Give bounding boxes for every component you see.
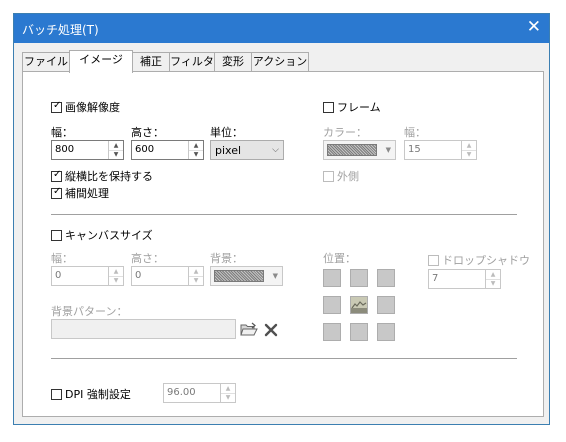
position-top-center[interactable] xyxy=(350,269,368,287)
canvas-height-value: 0 xyxy=(135,270,142,281)
tab-transform[interactable]: 変形 xyxy=(214,52,252,71)
spin-down-icon[interactable]: ▼ xyxy=(189,276,203,285)
drop-shadow-spinner[interactable]: 7 ▲ ▼ xyxy=(428,269,501,289)
spin-down-icon[interactable]: ▼ xyxy=(221,393,235,402)
frame-label: フレーム xyxy=(337,101,381,114)
unit-value: pixel xyxy=(215,144,242,157)
canvas-width-label: 幅： xyxy=(51,252,73,265)
height-spinner[interactable]: 600 ▲ ▼ xyxy=(131,140,204,160)
spin-down-icon[interactable]: ▼ xyxy=(109,276,123,285)
drop-shadow-value: 7 xyxy=(432,273,439,284)
dpi-value: 96.00 xyxy=(167,387,196,398)
width-value: 800 xyxy=(55,144,75,155)
unit-select[interactable]: pixel ⌵ xyxy=(210,140,284,160)
spin-down-icon[interactable]: ▼ xyxy=(189,150,203,159)
title-bar: バッチ処理(T) ✕ xyxy=(14,14,549,43)
position-label: 位置： xyxy=(323,252,356,265)
interpolation-checkbox[interactable]: ✓ 補間処理 xyxy=(51,185,109,201)
canvas-size-label: キャンバスサイズ xyxy=(65,229,153,242)
position-middle-right[interactable] xyxy=(377,296,395,314)
folder-open-icon[interactable] xyxy=(240,322,258,337)
position-top-right[interactable] xyxy=(377,269,395,287)
canvas-width-spinner[interactable]: 0 ▲ ▼ xyxy=(51,266,124,286)
color-swatch xyxy=(327,144,377,156)
width-spinner[interactable]: 800 ▲ ▼ xyxy=(51,140,124,160)
image-tab-panel: ✓ 画像解像度 幅： 高さ： 単位： 800 ▲ ▼ 600 ▲ ▼ pixel ⌵… xyxy=(22,71,544,417)
canvas-size-checkbox[interactable]: キャンバスサイズ xyxy=(51,227,153,243)
image-thumbnail-icon xyxy=(351,297,367,313)
resize-label: 画像解像度 xyxy=(65,101,120,114)
check-icon: ✓ xyxy=(53,168,62,180)
tab-filter[interactable]: フィルタ xyxy=(169,52,215,71)
close-icon[interactable]: ✕ xyxy=(527,17,541,37)
divider xyxy=(51,214,517,215)
batch-dialog: バッチ処理(T) ✕ ファイル イメージ 補正 フィルタ 変形 アクション ✓ … xyxy=(13,13,550,425)
tab-image[interactable]: イメージ xyxy=(69,50,133,73)
dropdown-arrow-icon: ▼ xyxy=(385,146,391,154)
color-swatch xyxy=(214,270,264,282)
drop-shadow-label: ドロップシャドウ xyxy=(442,254,530,267)
delete-x-icon[interactable] xyxy=(264,323,278,337)
divider xyxy=(51,358,517,359)
height-label: 高さ： xyxy=(131,126,164,139)
frame-color-picker[interactable]: ▼ xyxy=(323,140,396,160)
frame-width-label: 幅： xyxy=(404,126,426,139)
background-label: 背景： xyxy=(210,252,243,265)
background-pattern-label: 背景パターン： xyxy=(51,305,128,318)
canvas-height-spinner[interactable]: 0 ▲ ▼ xyxy=(131,266,204,286)
frame-color-label: カラー： xyxy=(323,126,367,139)
canvas-width-value: 0 xyxy=(55,270,62,281)
check-icon: ✓ xyxy=(53,99,62,111)
keep-aspect-label: 縦横比を保持する xyxy=(65,170,153,183)
position-center-selected[interactable] xyxy=(350,296,368,314)
frame-checkbox[interactable]: フレーム xyxy=(323,99,381,115)
resize-checkbox[interactable]: ✓ 画像解像度 xyxy=(51,99,120,115)
drop-shadow-checkbox[interactable]: ドロップシャドウ xyxy=(428,252,530,268)
tab-action[interactable]: アクション xyxy=(251,52,309,71)
window-title: バッチ処理(T) xyxy=(22,23,99,37)
dpi-spinner[interactable]: 96.00 ▲ ▼ xyxy=(163,383,236,403)
position-bottom-right[interactable] xyxy=(377,323,395,341)
position-top-left[interactable] xyxy=(323,269,341,287)
spin-down-icon[interactable]: ▼ xyxy=(462,150,476,159)
position-bottom-left[interactable] xyxy=(323,323,341,341)
width-label: 幅： xyxy=(51,126,73,139)
outside-checkbox[interactable]: 外側 xyxy=(323,168,359,184)
frame-width-spinner[interactable]: 15 ▲ ▼ xyxy=(404,140,477,160)
chevron-down-icon: ⌵ xyxy=(272,145,279,155)
background-color-picker[interactable]: ▼ xyxy=(210,266,283,286)
position-bottom-center[interactable] xyxy=(350,323,368,341)
unit-label: 単位： xyxy=(210,126,243,139)
tab-correction[interactable]: 補正 xyxy=(132,52,170,71)
dpi-label: DPI 強制設定 xyxy=(65,388,131,401)
interpolation-label: 補間処理 xyxy=(65,187,109,200)
spin-down-icon[interactable]: ▼ xyxy=(486,279,500,288)
canvas-height-label: 高さ： xyxy=(131,252,164,265)
frame-width-value: 15 xyxy=(408,144,421,155)
dpi-checkbox[interactable]: DPI 強制設定 xyxy=(51,386,131,402)
dropdown-arrow-icon: ▼ xyxy=(272,272,278,280)
background-pattern-field[interactable] xyxy=(51,319,236,339)
check-icon: ✓ xyxy=(53,185,62,197)
keep-aspect-checkbox[interactable]: ✓ 縦横比を保持する xyxy=(51,168,153,184)
height-value: 600 xyxy=(135,144,155,155)
position-middle-left[interactable] xyxy=(323,296,341,314)
outside-label: 外側 xyxy=(337,170,359,183)
tab-file[interactable]: ファイル xyxy=(22,52,70,71)
spin-down-icon[interactable]: ▼ xyxy=(109,150,123,159)
